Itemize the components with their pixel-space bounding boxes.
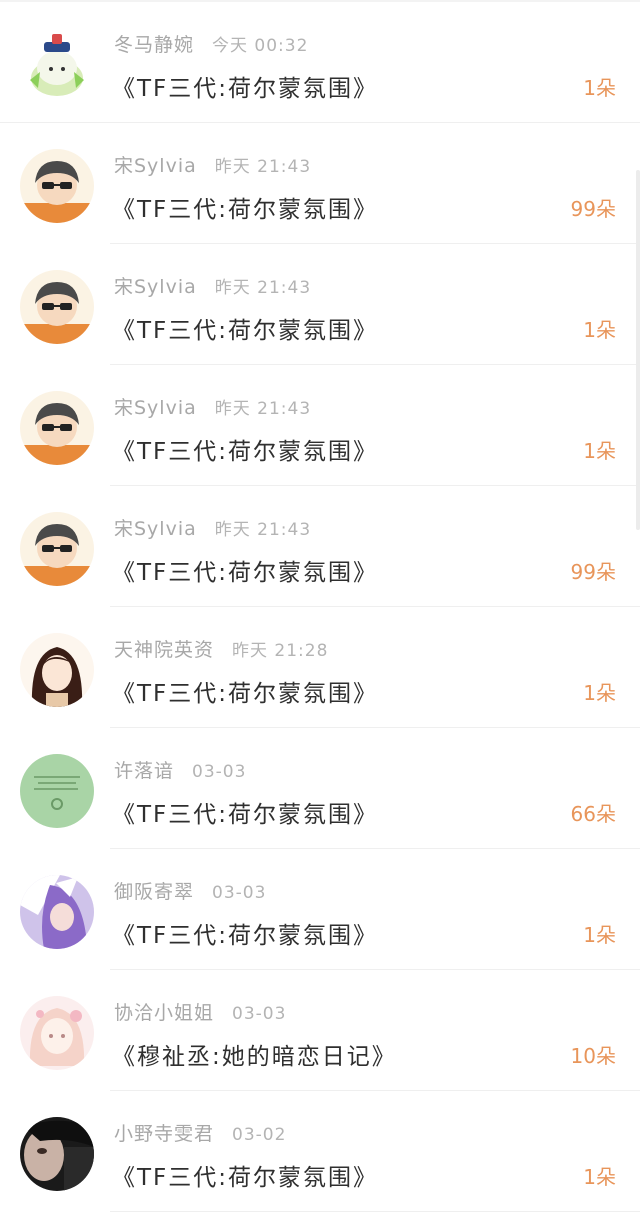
list-item[interactable]: 宋Sylvia 昨天 21:43 《TF三代:荷尔蒙氛围》 1朵 (0, 365, 640, 486)
timestamp: 03-03 (232, 1004, 287, 1024)
sender-name[interactable]: 宋Sylvia (114, 276, 197, 298)
sender-name[interactable]: 小野寺雯君 (114, 1123, 214, 1145)
work-title[interactable]: 《穆祉丞:她的暗恋日记》 (112, 1037, 397, 1071)
list-item[interactable]: 宋Sylvia 昨天 21:43 《TF三代:荷尔蒙氛围》 1朵 (0, 244, 640, 365)
work-title[interactable]: 《TF三代:荷尔蒙氛围》 (112, 432, 378, 466)
sender-meta: 宋Sylvia 昨天 21:43 (114, 151, 311, 178)
avatar[interactable] (20, 391, 94, 465)
timestamp: 03-02 (232, 1125, 287, 1145)
timestamp: 昨天 21:43 (214, 157, 312, 177)
scrollbar[interactable] (636, 170, 640, 530)
avatar[interactable] (20, 996, 94, 1070)
sender-meta: 协洽小姐姐 03-03 (114, 998, 286, 1025)
avatar[interactable] (20, 754, 94, 828)
sender-name[interactable]: 协洽小姐姐 (114, 1002, 214, 1024)
sender-meta: 宋Sylvia 昨天 21:43 (114, 514, 311, 541)
list-item[interactable]: 宋Sylvia 昨天 21:43 《TF三代:荷尔蒙氛围》 99朵 (0, 123, 640, 244)
work-title[interactable]: 《TF三代:荷尔蒙氛围》 (112, 1158, 378, 1192)
sender-meta: 宋Sylvia 昨天 21:43 (114, 393, 311, 420)
sender-meta: 御阪寄翠 03-03 (114, 877, 266, 904)
flower-count: 1朵 (583, 1165, 616, 1189)
timestamp: 03-03 (212, 883, 267, 903)
flower-count: 99朵 (570, 197, 616, 221)
timestamp: 03-03 (192, 762, 247, 782)
avatar[interactable] (20, 1117, 94, 1191)
sender-name[interactable]: 宋Sylvia (114, 518, 197, 540)
list-item[interactable]: 宋Sylvia 昨天 21:43 《TF三代:荷尔蒙氛围》 99朵 (0, 486, 640, 607)
work-title[interactable]: 《TF三代:荷尔蒙氛围》 (112, 916, 378, 950)
list-item[interactable]: 冬马静婉 今天 00:32 《TF三代:荷尔蒙氛围》 1朵 (0, 2, 640, 123)
sender-meta: 小野寺雯君 03-02 (114, 1119, 286, 1146)
timestamp: 昨天 21:28 (232, 641, 329, 661)
work-title[interactable]: 《TF三代:荷尔蒙氛围》 (112, 674, 378, 708)
timestamp: 昨天 21:43 (214, 278, 312, 298)
row-divider (110, 1211, 640, 1212)
sender-name[interactable]: 许落谙 (114, 760, 174, 782)
sender-meta: 冬马静婉 今天 00:32 (114, 30, 308, 57)
list-item[interactable]: 协洽小姐姐 03-03 《穆祉丞:她的暗恋日记》 10朵 (0, 970, 640, 1091)
list-item[interactable]: 御阪寄翠 03-03 《TF三代:荷尔蒙氛围》 1朵 (0, 849, 640, 970)
work-title[interactable]: 《TF三代:荷尔蒙氛围》 (112, 311, 378, 345)
timestamp: 昨天 21:43 (214, 399, 312, 419)
timestamp: 昨天 21:43 (214, 520, 312, 540)
avatar[interactable] (20, 149, 94, 223)
timestamp: 今天 00:32 (212, 36, 309, 56)
avatar[interactable] (20, 28, 94, 102)
work-title[interactable]: 《TF三代:荷尔蒙氛围》 (112, 795, 378, 829)
list-item[interactable]: 天神院英资 昨天 21:28 《TF三代:荷尔蒙氛围》 1朵 (0, 607, 640, 728)
sender-name[interactable]: 天神院英资 (114, 639, 214, 661)
flower-count: 1朵 (583, 923, 616, 947)
sender-meta: 宋Sylvia 昨天 21:43 (114, 272, 311, 299)
sender-name[interactable]: 冬马静婉 (114, 34, 194, 56)
sender-meta: 天神院英资 昨天 21:28 (114, 635, 328, 662)
sender-name[interactable]: 宋Sylvia (114, 155, 197, 177)
sender-name[interactable]: 御阪寄翠 (114, 881, 194, 903)
work-title[interactable]: 《TF三代:荷尔蒙氛围》 (112, 69, 378, 103)
work-title[interactable]: 《TF三代:荷尔蒙氛围》 (112, 553, 378, 587)
avatar[interactable] (20, 270, 94, 344)
sender-meta: 许落谙 03-03 (114, 756, 246, 783)
flower-count: 1朵 (583, 318, 616, 342)
work-title[interactable]: 《TF三代:荷尔蒙氛围》 (112, 190, 378, 224)
flower-count: 1朵 (583, 681, 616, 705)
gift-record-list: 冬马静婉 今天 00:32 《TF三代:荷尔蒙氛围》 1朵 宋Sylvia 昨天 2… (0, 2, 640, 1212)
flower-count: 66朵 (570, 802, 616, 826)
flower-count: 99朵 (570, 560, 616, 584)
list-item[interactable]: 小野寺雯君 03-02 《TF三代:荷尔蒙氛围》 1朵 (0, 1091, 640, 1212)
avatar[interactable] (20, 875, 94, 949)
flower-count: 1朵 (583, 439, 616, 463)
flower-count: 10朵 (570, 1044, 616, 1068)
flower-count: 1朵 (583, 76, 616, 100)
list-item[interactable]: 许落谙 03-03 《TF三代:荷尔蒙氛围》 66朵 (0, 728, 640, 849)
sender-name[interactable]: 宋Sylvia (114, 397, 197, 419)
avatar[interactable] (20, 512, 94, 586)
avatar[interactable] (20, 633, 94, 707)
